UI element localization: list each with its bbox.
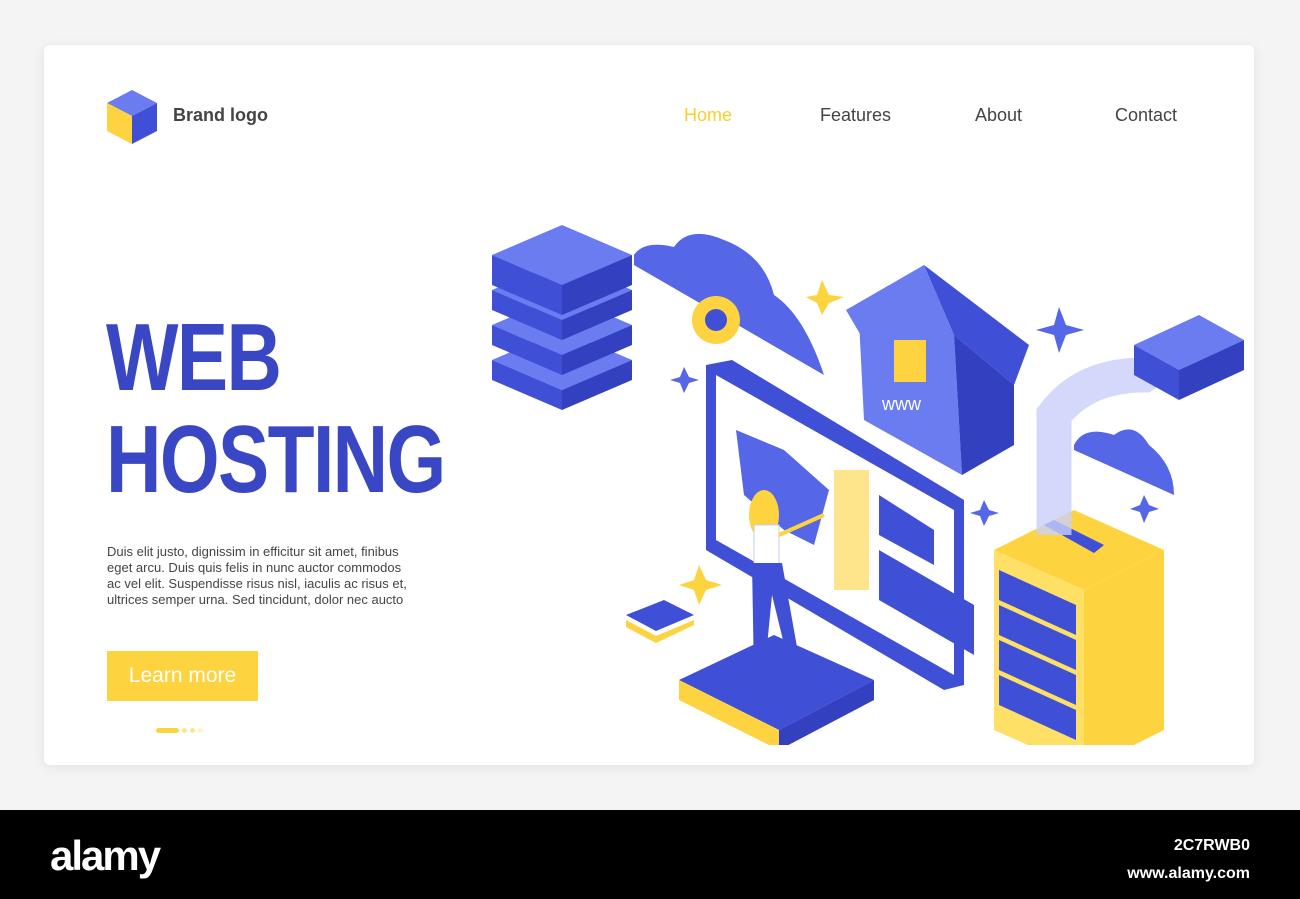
brand-logo[interactable]: Brand logo — [173, 105, 268, 126]
nav-home[interactable]: Home — [684, 105, 732, 126]
title-line-2: HOSTING — [106, 406, 446, 513]
house-label: www — [881, 394, 922, 414]
nav-about[interactable]: About — [975, 105, 1022, 126]
carousel-dot[interactable] — [198, 728, 203, 733]
web-hosting-illustration: www — [492, 225, 1244, 745]
carousel-dot[interactable] — [182, 728, 187, 733]
cloud-icon — [1074, 429, 1174, 495]
nav-contact[interactable]: Contact — [1115, 105, 1177, 126]
server-rack-icon — [994, 510, 1164, 745]
server-stack-icon — [492, 225, 632, 410]
landing-card: Brand logo Home Features About Contact W… — [44, 45, 1254, 765]
brand-cube-icon[interactable] — [107, 90, 157, 144]
carousel-dot[interactable] — [190, 728, 195, 733]
learn-more-button[interactable]: Learn more — [107, 651, 258, 701]
carousel-indicator — [156, 728, 203, 733]
hero-description: Duis elit justo, dignissim in efficitur … — [107, 544, 407, 607]
stock-footer: alamy 2C7RWB0 www.alamy.com — [0, 810, 1300, 899]
title-line-1: WEB — [106, 304, 282, 411]
nav-features[interactable]: Features — [820, 105, 891, 126]
image-info: 2C7RWB0 www.alamy.com — [1127, 832, 1250, 888]
house-www-icon: www — [846, 265, 1029, 475]
image-code: 2C7RWB0 — [1173, 837, 1250, 854]
hero-title: WEB HOSTING — [106, 304, 446, 513]
alamy-logo: alamy — [50, 832, 161, 879]
carousel-dot-active[interactable] — [156, 728, 179, 733]
site-link[interactable]: www.alamy.com — [1127, 860, 1250, 888]
document-icon — [626, 600, 694, 643]
